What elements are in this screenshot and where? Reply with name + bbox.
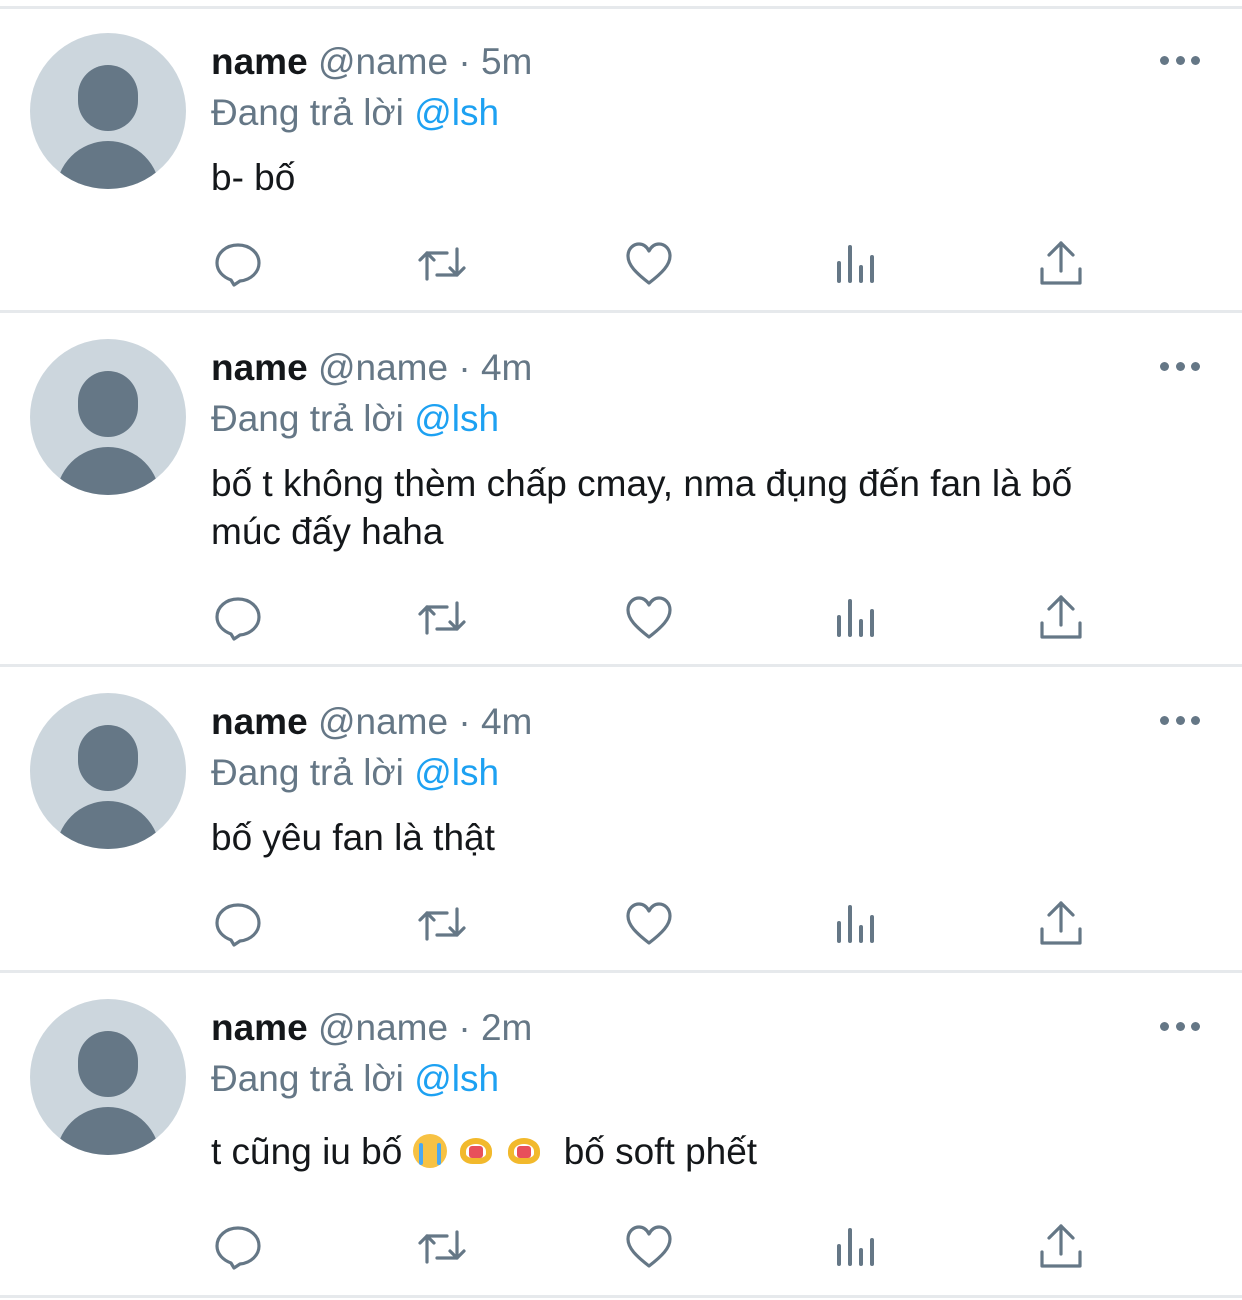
display-name[interactable]: name (211, 1007, 308, 1048)
divider (0, 6, 1242, 9)
retweet-icon[interactable] (417, 239, 467, 289)
tweet-text: t cũng iu bố bố soft phết (211, 1128, 1211, 1176)
avatar-shoulders (56, 447, 160, 495)
handle[interactable]: @name (318, 347, 448, 388)
heart-hands-emoji (457, 1138, 495, 1166)
like-icon[interactable] (624, 1222, 674, 1272)
reply-icon[interactable] (213, 593, 263, 643)
reply-context: Đang trả lời @lsh (211, 1057, 499, 1101)
mention-link[interactable]: @lsh (414, 1058, 499, 1099)
reply-prefix: Đang trả lời (211, 92, 404, 133)
analytics-icon[interactable] (831, 593, 881, 643)
reply-icon[interactable] (213, 239, 263, 289)
avatar[interactable] (30, 693, 186, 849)
display-name[interactable]: name (211, 347, 308, 388)
tweet-actions (0, 239, 1242, 289)
reply-icon[interactable] (213, 899, 263, 949)
timestamp[interactable]: 4m (481, 701, 532, 742)
tweet-actions (0, 899, 1242, 949)
divider (0, 664, 1242, 667)
avatar-head (78, 65, 138, 131)
handle[interactable]: @name (318, 1007, 448, 1048)
more-options-icon[interactable] (1160, 54, 1200, 66)
retweet-icon[interactable] (417, 1222, 467, 1272)
more-options-icon[interactable] (1160, 1020, 1200, 1032)
avatar-head (78, 725, 138, 791)
avatar[interactable] (30, 999, 186, 1155)
divider (0, 1295, 1242, 1298)
analytics-icon[interactable] (831, 239, 881, 289)
retweet-icon[interactable] (417, 899, 467, 949)
separator-dot: · (458, 41, 471, 82)
tweet-text: bố yêu fan là thật (211, 817, 495, 858)
tweet-text: bố t không thèm chấp cmay, nma đụng đến … (211, 460, 1211, 556)
loudly-crying-face-emoji (412, 1134, 447, 1168)
share-icon[interactable] (1036, 1222, 1086, 1272)
more-options-icon[interactable] (1160, 714, 1200, 726)
reply-prefix: Đang trả lời (211, 752, 404, 793)
avatar[interactable] (30, 339, 186, 495)
reply-context: Đang trả lời @lsh (211, 397, 499, 441)
avatar-shoulders (56, 141, 160, 189)
tweet-header: name @name · 5m (211, 40, 532, 84)
avatar[interactable] (30, 33, 186, 189)
avatar-shoulders (56, 801, 160, 849)
timestamp[interactable]: 4m (481, 347, 532, 388)
tweet-actions (0, 593, 1242, 643)
tweet-text-before: t cũng iu bố (211, 1131, 403, 1172)
tweet-text-after: bố soft phết (563, 1131, 758, 1172)
mention-link[interactable]: @lsh (414, 752, 499, 793)
avatar-head (78, 371, 138, 437)
display-name[interactable]: name (211, 701, 308, 742)
divider (0, 970, 1242, 973)
retweet-icon[interactable] (417, 593, 467, 643)
separator-dot: · (458, 1007, 471, 1048)
analytics-icon[interactable] (831, 1222, 881, 1272)
divider (0, 310, 1242, 313)
reply-icon[interactable] (213, 1222, 263, 1272)
avatar-head (78, 1031, 138, 1097)
analytics-icon[interactable] (831, 899, 881, 949)
heart-hands-emoji (505, 1138, 543, 1166)
tweet-header: name @name · 4m (211, 700, 532, 744)
separator-dot: · (458, 347, 471, 388)
tweet-actions (0, 1222, 1242, 1272)
handle[interactable]: @name (318, 41, 448, 82)
share-icon[interactable] (1036, 239, 1086, 289)
more-options-icon[interactable] (1160, 360, 1200, 372)
mention-link[interactable]: @lsh (414, 398, 499, 439)
separator-dot: · (458, 701, 471, 742)
share-icon[interactable] (1036, 593, 1086, 643)
like-icon[interactable] (624, 239, 674, 289)
tweet-text-line: bố t không thèm chấp cmay, nma đụng đến … (211, 463, 1073, 504)
timestamp[interactable]: 5m (481, 41, 532, 82)
mention-link[interactable]: @lsh (414, 92, 499, 133)
tweet-header: name @name · 4m (211, 346, 532, 390)
tweet-header: name @name · 2m (211, 1006, 532, 1050)
avatar-shoulders (56, 1107, 160, 1155)
timestamp[interactable]: 2m (481, 1007, 532, 1048)
like-icon[interactable] (624, 593, 674, 643)
reply-prefix: Đang trả lời (211, 398, 404, 439)
share-icon[interactable] (1036, 899, 1086, 949)
reply-prefix: Đang trả lời (211, 1058, 404, 1099)
tweet-text: b- bố (211, 157, 296, 198)
handle[interactable]: @name (318, 701, 448, 742)
tweet-text-line: múc đấy haha (211, 511, 444, 552)
display-name[interactable]: name (211, 41, 308, 82)
like-icon[interactable] (624, 899, 674, 949)
reply-context: Đang trả lời @lsh (211, 751, 499, 795)
reply-context: Đang trả lời @lsh (211, 91, 499, 135)
